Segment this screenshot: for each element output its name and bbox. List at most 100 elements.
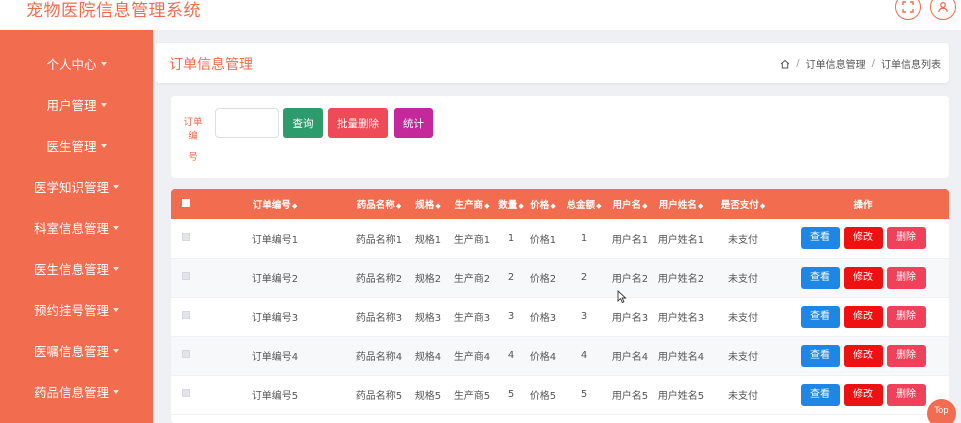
sidebar-item-departments[interactable]: 科室信息管理	[0, 207, 153, 248]
table-cell: 用户姓名3	[657, 313, 705, 324]
column-header-actions: 操作	[853, 200, 873, 211]
home-icon[interactable]	[780, 59, 790, 69]
edit-button[interactable]: 修改	[843, 383, 883, 406]
back-to-top-button[interactable]: Top	[927, 399, 956, 423]
edit-button[interactable]: 修改	[843, 227, 883, 250]
mouse-cursor-icon	[617, 290, 627, 304]
table-cell: 订单编号2	[251, 274, 299, 285]
caret-down-icon	[113, 184, 119, 189]
table-cell: 用户名2	[611, 274, 649, 285]
edit-button[interactable]: 修改	[843, 344, 883, 367]
table-cell: 用户姓名4	[657, 352, 705, 363]
table-cell: 用户姓名1	[657, 234, 705, 246]
sidebar-item-medicines[interactable]: 药品信息管理	[0, 371, 153, 412]
caret-down-icon	[100, 102, 107, 107]
table-cell: 3	[507, 311, 515, 322]
column-header[interactable]: 生产商◆	[447, 189, 497, 219]
table-cell: 用户姓名5	[657, 391, 705, 402]
view-button[interactable]: 查看	[800, 227, 840, 250]
statistics-button[interactable]: 统计	[394, 108, 433, 138]
page-header: 订单信息管理 / 订单信息管理 / 订单信息列表	[155, 43, 949, 83]
sidebar-item-label: 医生信息管理	[33, 262, 109, 277]
sidebar: 个人中心 用户管理 医生管理 医学知识管理 科室信息管理 医生信息管理 预约挂号…	[0, 30, 153, 423]
page-title: 订单信息管理	[169, 57, 253, 73]
table-cell: 规格2	[414, 274, 442, 285]
table-row: 订单编号1 药品名称1 规格1 生产商1 1 价格1 1 用户名1 用户姓名1 未支付 查看 修改 删除	[171, 219, 949, 258]
table-cell: 用户名5	[611, 391, 649, 402]
column-header[interactable]: 规格◆	[409, 189, 447, 219]
breadcrumb-item[interactable]: 订单信息管理	[806, 56, 866, 71]
view-button[interactable]: 查看	[800, 344, 840, 367]
sidebar-item-label: 预约挂号管理	[33, 303, 109, 318]
sidebar-item-appointments[interactable]: 预约挂号管理	[0, 289, 153, 330]
row-checkbox[interactable]	[171, 258, 201, 297]
row-checkbox[interactable]	[171, 336, 201, 375]
fullscreen-icon[interactable]	[895, 0, 921, 20]
query-button[interactable]: 查询	[283, 108, 323, 138]
sidebar-item-personal-center[interactable]: 个人中心	[0, 43, 153, 84]
caret-down-icon	[100, 61, 107, 66]
sidebar-item-label: 用户管理	[46, 98, 97, 113]
edit-button[interactable]: 修改	[843, 266, 883, 289]
delete-button[interactable]: 删除	[886, 266, 926, 289]
sidebar-item-medical-knowledge[interactable]: 医学知识管理	[0, 166, 153, 207]
column-header[interactable]: 总金额◆	[561, 189, 607, 219]
sidebar-item-label: 医嘱信息管理	[33, 344, 109, 359]
table-cell: 药品名称5	[355, 391, 403, 402]
column-header[interactable]: 数量◆	[497, 189, 525, 219]
sidebar-item-label: 医学知识管理	[33, 180, 109, 195]
table-cell: 规格4	[414, 352, 442, 363]
table-cell: 生产商1	[453, 234, 491, 246]
table-cell: 规格5	[414, 391, 442, 402]
breadcrumb: / 订单信息管理 / 订单信息列表	[780, 56, 941, 71]
view-button[interactable]: 查看	[800, 266, 840, 289]
column-header[interactable]: 是否支付◆	[709, 189, 777, 219]
order-number-label: 订单编 号	[179, 116, 207, 172]
user-icon[interactable]	[930, 0, 956, 20]
order-number-input[interactable]	[215, 108, 279, 138]
sidebar-item-medical-orders[interactable]: 医嘱信息管理	[0, 330, 153, 371]
delete-button[interactable]: 删除	[886, 383, 926, 406]
view-button[interactable]: 查看	[800, 383, 840, 406]
table-cell: 生产商4	[453, 352, 491, 363]
table-cell: 药品名称3	[355, 313, 403, 324]
sidebar-item-doctors[interactable]: 医生管理	[0, 125, 153, 166]
table-cell: 价格2	[529, 274, 557, 285]
caret-down-icon	[113, 307, 119, 312]
sidebar-item-users[interactable]: 用户管理	[0, 84, 153, 125]
table-cell: 生产商2	[453, 274, 491, 285]
sidebar-item-label: 科室信息管理	[33, 221, 109, 236]
table-cell: 未支付	[728, 352, 758, 363]
row-checkbox[interactable]	[171, 219, 201, 258]
column-header[interactable]: 药品名称◆	[349, 189, 409, 219]
column-header[interactable]: 用户名◆	[607, 189, 653, 219]
table-cell: 1	[580, 232, 588, 244]
delete-button[interactable]: 删除	[886, 305, 926, 328]
view-button[interactable]: 查看	[800, 305, 840, 328]
top-bar: 宠物医院信息管理系统	[0, 0, 961, 30]
table-cell: 未支付	[728, 391, 758, 402]
table-cell: 未支付	[728, 274, 758, 285]
table-cell: 价格3	[529, 313, 557, 324]
sidebar-item-doctor-info[interactable]: 医生信息管理	[0, 248, 153, 289]
column-header[interactable]: 订单编号◆	[201, 189, 349, 219]
delete-button[interactable]: 删除	[886, 344, 926, 367]
table-cell: 药品名称1	[355, 234, 403, 246]
table-cell: 2	[507, 272, 515, 283]
table-cell: 用户姓名2	[657, 274, 705, 285]
delete-button[interactable]: 删除	[886, 227, 926, 250]
table-row: 订单编号4 药品名称4 规格4 生产商4 4 价格4 4 用户名4 用户姓名4 未支付 查看 修改 删除	[171, 336, 949, 375]
table-cell: 用户名4	[611, 352, 649, 363]
table-cell: 未支付	[728, 234, 758, 246]
column-header[interactable]: 价格◆	[525, 189, 561, 219]
batch-delete-button[interactable]: 批量删除	[328, 108, 388, 138]
row-checkbox[interactable]	[171, 375, 201, 414]
select-all-checkbox[interactable]	[171, 189, 201, 219]
table-cell: 订单编号4	[251, 352, 299, 363]
row-checkbox[interactable]	[171, 297, 201, 336]
table-cell: 2	[580, 272, 588, 283]
table-cell: 生产商3	[453, 313, 491, 324]
column-header[interactable]: 用户姓名◆	[653, 189, 709, 219]
table-cell: 用户名1	[611, 234, 649, 246]
edit-button[interactable]: 修改	[843, 305, 883, 328]
